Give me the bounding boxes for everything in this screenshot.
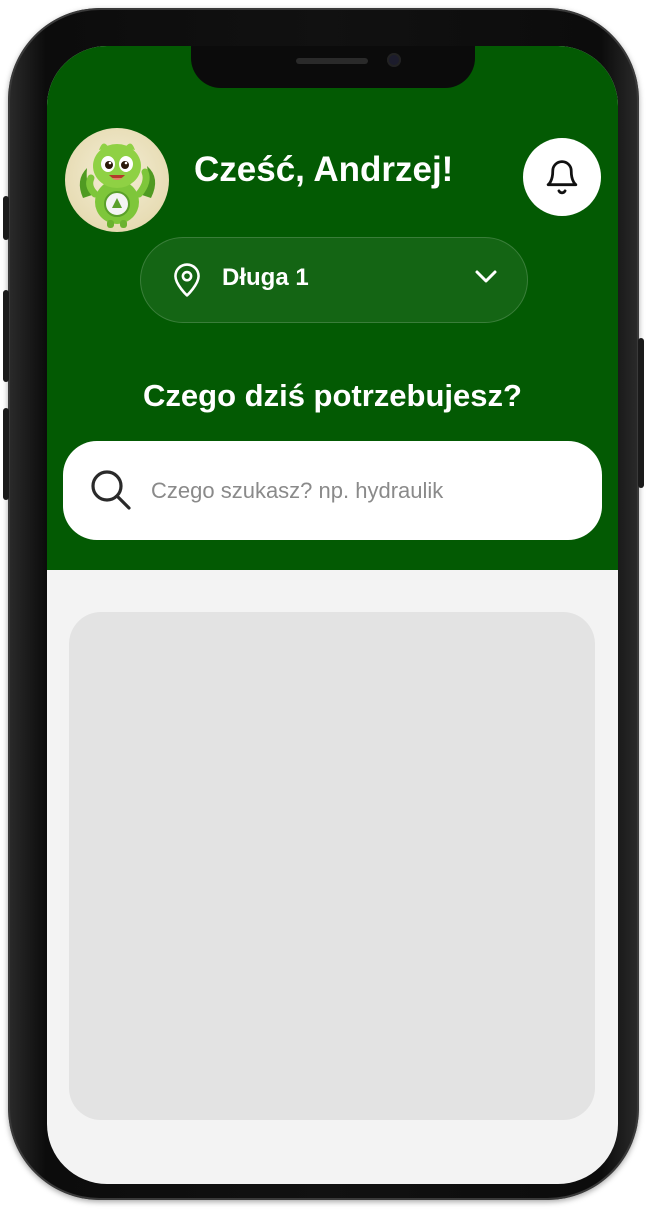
content-placeholder-card: [69, 612, 595, 1120]
app-screen: Cześć, Andrzej! Długa 1 Czego dziś potrz…: [47, 46, 618, 1184]
search-icon: [91, 470, 131, 510]
side-button-left-3: [3, 408, 9, 500]
phone-notch: [191, 46, 475, 88]
side-button-right: [638, 338, 644, 488]
header: Cześć, Andrzej! Długa 1 Czego dziś potrz…: [47, 46, 618, 570]
bell-icon: [546, 160, 578, 195]
search-input[interactable]: [149, 471, 573, 511]
location-selector[interactable]: Długa 1: [140, 237, 528, 323]
mascot-avatar: [79, 143, 156, 228]
speaker-grille: [296, 58, 368, 64]
location-label: Długa 1: [222, 264, 309, 291]
side-button-left-2: [3, 290, 9, 382]
notifications-button[interactable]: [523, 138, 601, 216]
search-bar[interactable]: [63, 441, 602, 540]
front-camera: [387, 53, 401, 67]
prompt-heading: Czego dziś potrzebujesz?: [143, 378, 522, 413]
location-pin-icon: [174, 263, 200, 297]
side-button-left-1: [3, 196, 9, 240]
avatar[interactable]: [65, 128, 169, 232]
greeting-title: Cześć, Andrzej!: [194, 150, 454, 189]
phone-frame: Cześć, Andrzej! Długa 1 Czego dziś potrz…: [3, 8, 644, 1200]
chevron-down-icon: [475, 270, 497, 283]
